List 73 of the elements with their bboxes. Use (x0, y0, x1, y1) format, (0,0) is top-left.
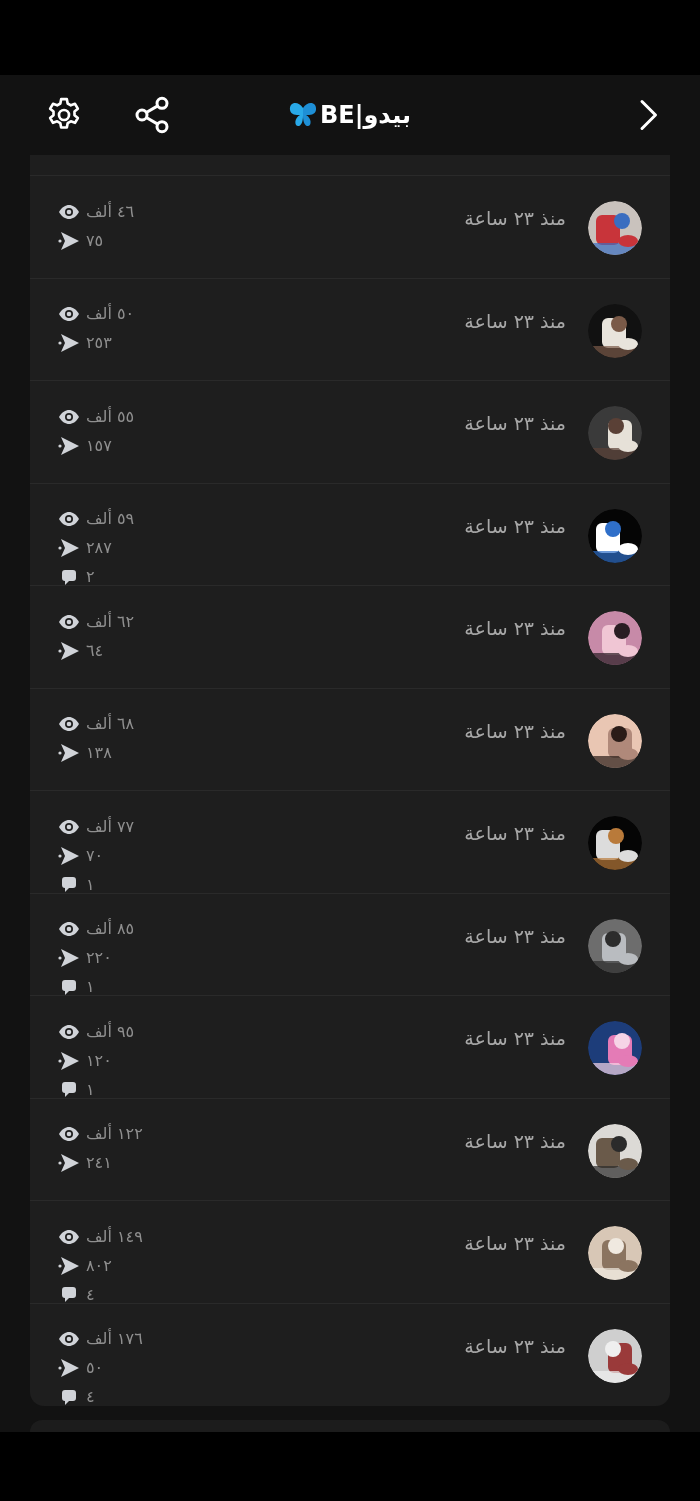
comment-icon (62, 877, 76, 892)
view-count: ٦٨ ألف (86, 712, 135, 735)
comment-icon (62, 569, 76, 585)
send-icon (58, 230, 80, 251)
send-icon (58, 1153, 80, 1173)
eye-icon (58, 1332, 80, 1346)
view-count: ١٧٦ ألف (86, 1327, 143, 1350)
send-icon (58, 435, 80, 456)
eye-icon (58, 922, 80, 936)
send-icon (58, 538, 80, 558)
share-count: ٢٢٠ (86, 947, 112, 969)
eye-icon (58, 1229, 80, 1244)
send-icon (58, 1358, 80, 1378)
post-time: منذ ٢٣ ساعة (464, 1128, 566, 1154)
view-count: ١٤٩ ألف (86, 1225, 143, 1248)
post-time: منذ ٢٣ ساعة (464, 923, 566, 949)
send-icon (58, 743, 80, 763)
post-time: منذ ٢٣ ساعة (464, 1333, 566, 1359)
comment-icon (62, 979, 76, 995)
view-count: ١٢٢ ألف (86, 1122, 143, 1145)
post-time: منذ ٢٣ ساعة (464, 821, 566, 846)
eye-icon (58, 717, 80, 731)
view-count: ٥٠ ألف (86, 302, 135, 325)
post-time: منذ ٢٣ ساعة (464, 513, 566, 539)
view-count: ٨٥ ألف (86, 917, 135, 940)
send-icon (58, 1255, 80, 1276)
share-count: ٥٠ (86, 1357, 104, 1379)
eye-icon (58, 512, 80, 526)
share-count: ٧٥ (86, 229, 104, 252)
view-count: ٧٧ ألف (86, 815, 135, 838)
eye-icon (58, 819, 80, 834)
share-count: ٢٥٣ (86, 332, 112, 354)
send-icon (58, 640, 80, 661)
comment-icon (62, 1389, 76, 1405)
share-count: ١٣٨ (86, 742, 112, 764)
eye-icon (58, 204, 80, 219)
eye-icon (58, 1127, 80, 1141)
view-count: ٥٥ ألف (86, 405, 135, 428)
send-icon (58, 845, 80, 866)
eye-icon (58, 1024, 80, 1039)
view-count: ٥٩ ألف (86, 507, 135, 530)
post-time: منذ ٢٣ ساعة (464, 206, 566, 231)
share-count: ٧٠ (86, 844, 104, 867)
share-count: ٦٤ (86, 639, 104, 662)
comment-count: ١ (86, 873, 95, 896)
post-time: منذ ٢٣ ساعة (464, 308, 566, 334)
comment-count: ٤ (86, 1283, 95, 1306)
send-icon (58, 333, 80, 353)
app-title: BE|بيدو (320, 100, 412, 131)
post-time: منذ ٢٣ ساعة (464, 1231, 566, 1256)
send-icon (58, 1050, 80, 1071)
view-count: ٦٢ ألف (86, 610, 135, 633)
comment-count: ٢ (86, 566, 95, 588)
share-count: ١٢٠ (86, 1049, 112, 1072)
comment-count: ١ (86, 976, 95, 998)
eye-icon (58, 614, 80, 629)
comment-count: ٤ (86, 1386, 95, 1408)
view-count: ٩٥ ألف (86, 1020, 135, 1043)
comment-icon (62, 1082, 76, 1097)
view-count: ٤٦ ألف (86, 200, 135, 223)
eye-icon (58, 409, 80, 424)
share-count: ١٥٧ (86, 434, 112, 457)
post-time: منذ ٢٣ ساعة (464, 1026, 566, 1051)
share-count: ٨٠٢ (86, 1254, 112, 1277)
share-count: ٢٨٧ (86, 537, 112, 559)
post-time: منذ ٢٣ ساعة (464, 718, 566, 744)
comment-icon (62, 1287, 76, 1302)
post-time: منذ ٢٣ ساعة (464, 411, 566, 436)
post-time: منذ ٢٣ ساعة (464, 616, 566, 641)
share-count: ٢٤١ (86, 1152, 112, 1174)
eye-icon (58, 307, 80, 321)
send-icon (58, 948, 80, 968)
comment-count: ١ (86, 1078, 95, 1101)
